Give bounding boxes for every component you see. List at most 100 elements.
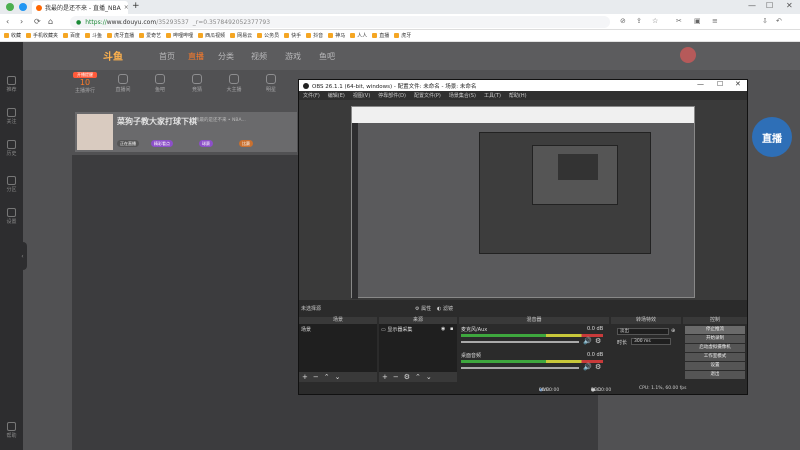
banner-tag[interactable]: 精彩看点	[151, 140, 173, 147]
download-icon[interactable]: ⇩	[762, 17, 768, 25]
sidebar-item-settings[interactable]: 设置	[0, 208, 23, 225]
properties-button[interactable]: ⚙ 属性	[415, 305, 431, 312]
back-button[interactable]: ‹	[6, 17, 9, 26]
extension-icon[interactable]: ▣	[694, 17, 701, 25]
forward-button[interactable]: ›	[20, 17, 23, 26]
virtual-camera-button[interactable]: 启动虚拟摄像机	[685, 344, 745, 352]
bookmark-item[interactable]: 斗鱼	[85, 32, 102, 39]
share-icon[interactable]: ⇪	[636, 17, 642, 25]
settings-button[interactable]: 设置	[685, 362, 745, 370]
sources-list[interactable]: ▭ 显示器采集 ◉ ▪	[379, 324, 457, 372]
menu-view[interactable]: 视图(V)	[353, 92, 370, 99]
remove-icon[interactable]: −	[393, 373, 399, 381]
category-live-room[interactable]: 直播间	[108, 74, 138, 93]
stop-streaming-button[interactable]: 停止推流	[685, 326, 745, 334]
user-avatar[interactable]	[680, 47, 696, 63]
remove-icon[interactable]: −	[313, 373, 319, 381]
browser-app-icon[interactable]	[6, 3, 14, 11]
nav-fishbar[interactable]: 鱼吧	[319, 51, 335, 62]
bookmark-item[interactable]: 快手	[284, 32, 301, 39]
bookmark-item[interactable]: 人人	[350, 32, 367, 39]
bookmark-item[interactable]: 网易云	[230, 32, 252, 39]
start-recording-button[interactable]: 开始录制	[685, 335, 745, 343]
duration-input[interactable]: 300 ms	[631, 338, 671, 345]
recommend-banner[interactable]: 菜狗子教大家打球下棋 我最的是还不来 • NBA... 正在直播 精彩看点 球赛…	[75, 112, 297, 152]
bookmark-item[interactable]: 手机收藏夹	[26, 32, 58, 39]
new-tab-button[interactable]: +	[132, 1, 140, 11]
mascot-badge[interactable]: 直播	[752, 117, 792, 157]
undo-icon[interactable]: ↶	[776, 17, 782, 25]
bookmark-item[interactable]: 哔哩哔哩	[166, 32, 193, 39]
url-bar[interactable]: ● https://www.douyu.com/35293537 _r=0.35…	[70, 16, 610, 28]
nav-video[interactable]: 视频	[251, 51, 267, 62]
bookmark-item[interactable]: 虎牙	[394, 32, 411, 39]
down-icon[interactable]: ⌄	[426, 373, 432, 381]
bookmark-item[interactable]: 西瓜视频	[198, 32, 225, 39]
bookmark-item[interactable]: 百度	[63, 32, 80, 39]
menu-help[interactable]: 帮助(H)	[509, 92, 527, 99]
banner-tag[interactable]: 球赛	[199, 140, 213, 147]
bookmark-item[interactable]: 收藏	[4, 32, 21, 39]
menu-file[interactable]: 文件(F)	[303, 92, 320, 99]
lock-icon[interactable]: ▪	[450, 326, 453, 332]
obs-minimize-button[interactable]: —	[697, 80, 704, 88]
bookmark-item[interactable]: 虎牙直播	[107, 32, 134, 39]
menu-edit[interactable]: 编辑(E)	[328, 92, 345, 99]
minimize-button[interactable]: —	[748, 1, 756, 10]
source-item[interactable]: ▭ 显示器采集	[381, 326, 412, 333]
exit-button[interactable]: 退出	[685, 371, 745, 379]
sidebar-item-recommend[interactable]: 推荐	[0, 76, 23, 93]
menu-profile[interactable]: 配置文件(P)	[414, 92, 441, 99]
mic-volume-slider[interactable]	[461, 341, 579, 343]
category-big-streamer[interactable]: 大主播	[219, 74, 249, 93]
nav-category[interactable]: 分类	[218, 51, 234, 62]
add-icon[interactable]: +	[302, 373, 308, 381]
category-star[interactable]: 明星	[256, 74, 286, 93]
bookmark-item[interactable]: 爱奇艺	[139, 32, 161, 39]
close-window-button[interactable]: ✕	[786, 1, 793, 10]
sidebar-item-history[interactable]: 历史	[0, 140, 23, 157]
home-button[interactable]: ⌂	[48, 17, 53, 26]
speaker-icon[interactable]: 🔊	[583, 337, 592, 345]
sidebar-item-help[interactable]: 帮助	[0, 422, 23, 439]
transition-select[interactable]: 淡出	[617, 328, 669, 335]
scene-item[interactable]: 场景	[301, 326, 311, 333]
gear-icon[interactable]: ⚙	[595, 363, 601, 371]
obs-maximize-button[interactable]: ☐	[717, 80, 723, 88]
bookmark-item[interactable]: 公务员	[257, 32, 279, 39]
desktop-volume-slider[interactable]	[461, 367, 579, 369]
obs-close-button[interactable]: ✕	[735, 80, 741, 88]
filters-button[interactable]: ◐ 滤镜	[437, 305, 453, 312]
studio-mode-button[interactable]: 工作室模式	[685, 353, 745, 361]
banner-tag[interactable]: 正在直播	[117, 140, 139, 147]
menu-icon[interactable]: ≡	[712, 17, 718, 25]
add-transition-icon[interactable]: ⊕	[671, 328, 675, 334]
sidebar-item-category[interactable]: 分区	[0, 176, 23, 193]
douyu-logo[interactable]: 斗鱼	[103, 48, 137, 63]
category-rank[interactable]: 开播提醒 10 主播排行	[70, 72, 100, 94]
reload-button[interactable]: ⟳	[34, 17, 41, 26]
star-icon[interactable]: ☆	[652, 17, 658, 25]
nav-live[interactable]: 直播	[188, 51, 204, 62]
browser-tab-active[interactable]: 我最的是还不来 - 直播_NBA ×	[32, 1, 128, 14]
add-icon[interactable]: +	[382, 373, 388, 381]
sidebar-collapse-button[interactable]: ‹	[18, 242, 27, 270]
bookmark-item[interactable]: 抖音	[306, 32, 323, 39]
menu-tools[interactable]: 工具(T)	[484, 92, 501, 99]
eye-icon[interactable]: ◉	[441, 326, 445, 332]
gear-icon[interactable]: ⚙	[404, 373, 410, 381]
nav-game[interactable]: 游戏	[285, 51, 301, 62]
category-guess[interactable]: 竞猜	[182, 74, 212, 93]
bookmark-item[interactable]: 直播	[372, 32, 389, 39]
gear-icon[interactable]: ⚙	[595, 337, 601, 345]
sidebar-item-follow[interactable]: 关注	[0, 108, 23, 125]
scenes-list[interactable]: 场景	[299, 324, 377, 372]
speaker-icon[interactable]: 🔊	[583, 363, 592, 371]
menu-docks[interactable]: 停靠部件(D)	[378, 92, 406, 99]
shield-icon[interactable]: ⊘	[620, 17, 626, 25]
banner-tag[interactable]: 比赛	[239, 140, 253, 147]
up-icon[interactable]: ⌃	[324, 373, 330, 381]
browser-extension-icon[interactable]	[19, 3, 27, 11]
menu-scene-collection[interactable]: 场景集合(S)	[449, 92, 476, 99]
up-icon[interactable]: ⌃	[415, 373, 421, 381]
